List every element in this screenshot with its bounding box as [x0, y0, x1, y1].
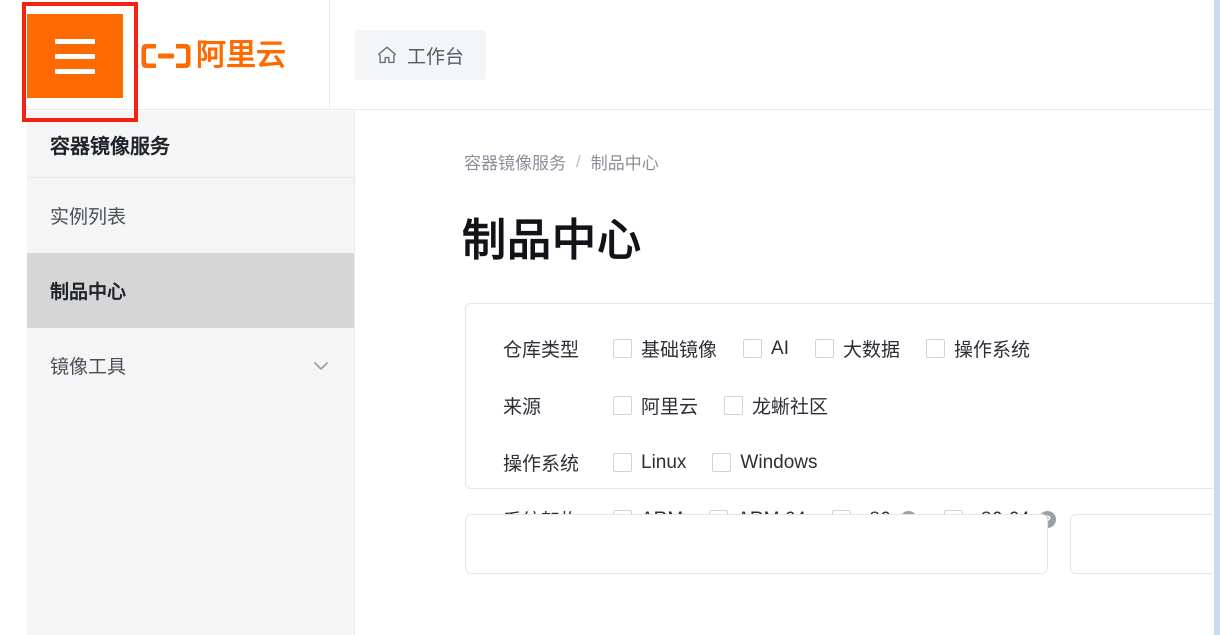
filter-label: 来源 — [503, 397, 542, 418]
aliyun-logo[interactable]: 阿里云 — [140, 36, 286, 76]
filter-options: Linux Windows — [613, 452, 844, 474]
checkbox-base-image[interactable]: 基础镜像 — [613, 335, 717, 362]
page-title: 制品中心 — [462, 216, 642, 265]
checkbox-label: AI — [771, 337, 789, 359]
breadcrumb-separator: / — [576, 151, 581, 171]
hamburger-bar — [55, 53, 95, 59]
aliyun-logo-mark — [141, 44, 191, 68]
checkbox-windows[interactable]: Windows — [712, 451, 818, 474]
checkbox-aliyun[interactable]: 阿里云 — [613, 392, 698, 419]
hamburger-bar — [55, 38, 95, 44]
app-root: 阿里云 工作台 容器镜像服务 实例列表 制品中心 镜像工具 容器镜像服务 / 制… — [0, 0, 1220, 635]
header-divider — [329, 0, 330, 110]
hamburger-menu-icon[interactable] — [27, 14, 123, 98]
checkbox-box[interactable] — [613, 339, 632, 358]
checkbox-box[interactable] — [724, 396, 744, 415]
checkbox-box[interactable] — [925, 339, 945, 358]
checkbox-box[interactable] — [712, 453, 732, 472]
sidebar-item-artifact-center[interactable]: 制品中心 — [27, 253, 354, 328]
page-right-border — [1214, 0, 1220, 635]
checkbox-label: 基础镜像 — [641, 340, 718, 361]
checkbox-label: 阿里云 — [641, 397, 699, 418]
sidebar-title: 容器镜像服务 — [27, 111, 354, 178]
content-card-primary — [465, 514, 1048, 574]
filter-options: 基础镜像 AI 大数据 操作系统 — [613, 335, 1056, 362]
checkbox-label: Windows — [740, 451, 818, 473]
sidebar-item-label: 实例列表 — [50, 207, 127, 228]
checkbox-box[interactable] — [743, 339, 763, 358]
checkbox-label: 龙蜥社区 — [752, 397, 829, 418]
filter-label: 操作系统 — [503, 454, 580, 475]
main-content: 容器镜像服务 / 制品中心 制品中心 仓库类型 基础镜像 AI 大数据 操作系统… — [356, 111, 1214, 635]
filter-row-os: 操作系统 Linux Windows — [466, 434, 1214, 491]
checkbox-label: 操作系统 — [953, 340, 1030, 361]
checkbox-operating-system[interactable]: 操作系统 — [925, 335, 1030, 362]
sidebar-item-label: 制品中心 — [50, 282, 127, 303]
checkbox-label: Linux — [641, 451, 687, 473]
sidebar-item-image-tools[interactable]: 镜像工具 — [27, 328, 354, 403]
checkbox-box[interactable] — [613, 453, 632, 472]
chevron-down-icon — [314, 361, 328, 370]
sidebar-menu: 实例列表 制品中心 镜像工具 — [27, 178, 354, 403]
checkbox-big-data[interactable]: 大数据 — [814, 335, 900, 362]
checkbox-box[interactable] — [613, 396, 632, 415]
sidebar: 容器镜像服务 实例列表 制品中心 镜像工具 — [27, 111, 355, 635]
workbench-label: 工作台 — [407, 46, 465, 68]
filter-row-repo-type: 仓库类型 基础镜像 AI 大数据 操作系统 — [466, 320, 1214, 377]
checkbox-ai[interactable]: AI — [743, 338, 789, 360]
sidebar-item-label: 镜像工具 — [50, 357, 127, 378]
aliyun-logo-text: 阿里云 — [196, 38, 286, 73]
checkbox-label: 大数据 — [842, 340, 900, 361]
breadcrumb-current: 制品中心 — [590, 154, 659, 173]
checkbox-anolis-community[interactable]: 龙蜥社区 — [724, 392, 828, 419]
checkbox-box[interactable] — [814, 339, 834, 358]
workbench-button[interactable]: 工作台 — [355, 30, 487, 80]
filter-options: 阿里云 龙蜥社区 — [613, 392, 854, 419]
checkbox-linux[interactable]: Linux — [613, 452, 686, 474]
top-header: 阿里云 工作台 — [27, 0, 1214, 110]
filter-label: 仓库类型 — [503, 340, 580, 361]
content-card-secondary — [1070, 514, 1214, 574]
home-icon — [378, 46, 396, 64]
sidebar-item-instance-list[interactable]: 实例列表 — [27, 178, 354, 253]
hamburger-bar — [55, 68, 95, 74]
breadcrumb-root[interactable]: 容器镜像服务 — [464, 149, 566, 174]
filter-panel: 仓库类型 基础镜像 AI 大数据 操作系统 来源 阿里云 龙蜥社区 操作系统 L… — [465, 303, 1214, 532]
breadcrumb: 容器镜像服务 / 制品中心 — [464, 149, 659, 174]
filter-row-source: 来源 阿里云 龙蜥社区 — [466, 377, 1214, 434]
